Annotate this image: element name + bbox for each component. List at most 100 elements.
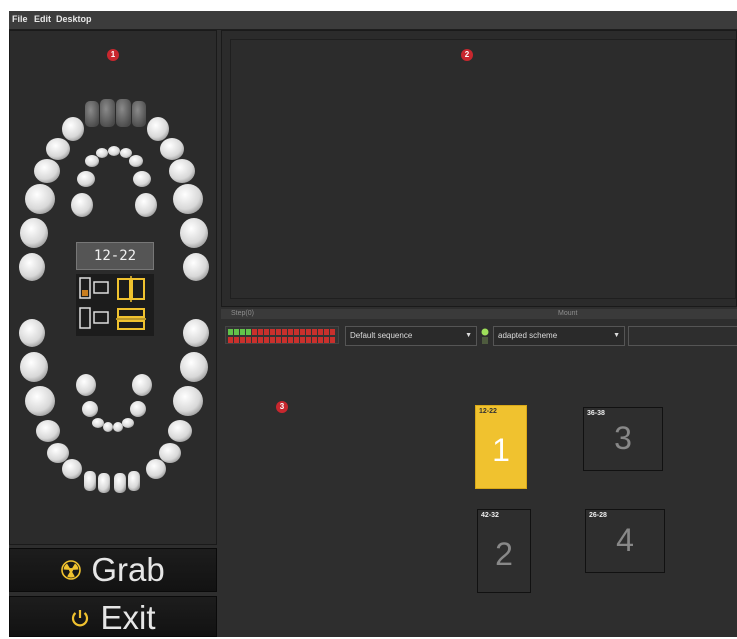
meter-cell (288, 337, 293, 343)
menu-bar: File Edit Desktop (9, 11, 737, 30)
tooth-28[interactable] (183, 253, 209, 281)
meter-cell (282, 337, 287, 343)
tooth-17[interactable] (20, 218, 48, 248)
tooth-45[interactable] (36, 420, 60, 442)
tooth-33[interactable] (146, 459, 166, 479)
menu-desktop[interactable]: Desktop (56, 14, 92, 24)
meter-cell (240, 329, 245, 335)
sequence-card-2[interactable]: 42-32 2 (477, 509, 531, 593)
tooth-23[interactable] (147, 117, 169, 141)
scan-left-icon[interactable] (79, 277, 109, 299)
tooth-13[interactable] (62, 117, 84, 141)
meter-cell (306, 337, 311, 343)
meter-cell (240, 337, 245, 343)
sequence-toolbar: Default sequence ▼ adapted scheme ▼ (221, 321, 737, 353)
tooth-44[interactable] (47, 443, 69, 463)
meter-cell (318, 337, 323, 343)
meter-cell (294, 329, 299, 335)
meter-cell (246, 329, 251, 335)
meter-cell (234, 337, 239, 343)
meter-cell (312, 337, 317, 343)
meter-cell (288, 329, 293, 335)
tooth-41[interactable] (98, 473, 110, 493)
radiation-icon (61, 560, 82, 584)
meter-cell (324, 337, 329, 343)
tooth-27[interactable] (180, 218, 208, 248)
split-yellow-icon[interactable] (117, 276, 145, 302)
meter-cell (264, 337, 269, 343)
stack-yellow-icon[interactable] (116, 308, 146, 330)
meter-cell (276, 337, 281, 343)
meter-cell (258, 329, 263, 335)
sequence-card-4[interactable]: 26-28 4 (585, 509, 665, 573)
toolbar-spacer (628, 326, 737, 346)
scan-right-icon[interactable] (79, 307, 109, 329)
meter-cell (330, 329, 335, 335)
meter-cell (300, 337, 305, 343)
tooth-14[interactable] (46, 138, 70, 160)
tooth-16[interactable] (25, 184, 55, 214)
meter-cell (330, 337, 335, 343)
step-label: Step(0) (231, 310, 254, 317)
tooth-32[interactable] (128, 471, 140, 491)
tooth-18[interactable] (19, 253, 45, 281)
meter-cell (282, 329, 287, 335)
tooth-47[interactable] (20, 352, 48, 382)
tooth-48[interactable] (19, 319, 45, 347)
tooth-36[interactable] (173, 386, 203, 416)
meter-cell (228, 337, 233, 343)
sequence-card-1[interactable]: 12-22 1 (475, 405, 527, 489)
tooth-25[interactable] (169, 159, 195, 183)
meter-cell (234, 329, 239, 335)
tooth-38[interactable] (183, 319, 209, 347)
meter-cell (258, 337, 263, 343)
meter-cell (294, 337, 299, 343)
lower-arch-teeth[interactable] (19, 319, 209, 493)
meter-cell (270, 329, 275, 335)
menu-edit[interactable]: Edit (34, 14, 51, 24)
tooth-11[interactable] (100, 99, 115, 127)
scheme-select-value: adapted scheme (498, 331, 558, 340)
scheme-select[interactable]: adapted scheme ▼ (493, 326, 625, 346)
meter-cell (246, 337, 251, 343)
tooth-43[interactable] (62, 459, 82, 479)
meter-cell (228, 329, 233, 335)
level-meter (225, 326, 339, 344)
meter-cell (324, 329, 329, 335)
tooth-42[interactable] (84, 471, 96, 491)
exit-button[interactable]: Exit (9, 596, 217, 637)
sequence-select[interactable]: Default sequence ▼ (345, 326, 477, 346)
viewport-area[interactable] (230, 39, 736, 299)
meter-cell (264, 329, 269, 335)
tooth-24[interactable] (160, 138, 184, 160)
chevron-down-icon: ▼ (465, 332, 472, 339)
marker-badge-2: 2 (461, 49, 473, 61)
meter-cell (318, 329, 323, 335)
chevron-down-icon: ▼ (613, 332, 620, 339)
tooth-37[interactable] (180, 352, 208, 382)
application-window: File Edit Desktop 1 12-22 2 Step(0) Moun… (9, 11, 737, 637)
tooth-31[interactable] (114, 473, 126, 493)
menu-file[interactable]: File (12, 14, 28, 24)
viewport-panel: 2 (221, 30, 737, 307)
tooth-34[interactable] (159, 443, 181, 463)
tooth-22[interactable] (132, 101, 146, 127)
tooth-46[interactable] (25, 386, 55, 416)
meter-cell (270, 337, 275, 343)
step-strip: Step(0) Mount (221, 309, 737, 319)
status-light-icon (481, 328, 489, 344)
grab-button[interactable]: Grab (9, 548, 217, 592)
tooth-12[interactable] (85, 101, 99, 127)
tooth-26[interactable] (173, 184, 203, 214)
mount-label: Mount (558, 310, 578, 317)
meter-cell (306, 329, 311, 335)
marker-badge-3: 3 (276, 401, 288, 413)
meter-cell (300, 329, 305, 335)
meter-cell (312, 329, 317, 335)
sequence-card-3[interactable]: 36-38 3 (583, 407, 663, 471)
tooth-15[interactable] (34, 159, 60, 183)
tooth-35[interactable] (168, 420, 192, 442)
exit-label: Exit (100, 599, 156, 636)
meter-cell (276, 329, 281, 335)
tooth-21[interactable] (116, 99, 131, 127)
